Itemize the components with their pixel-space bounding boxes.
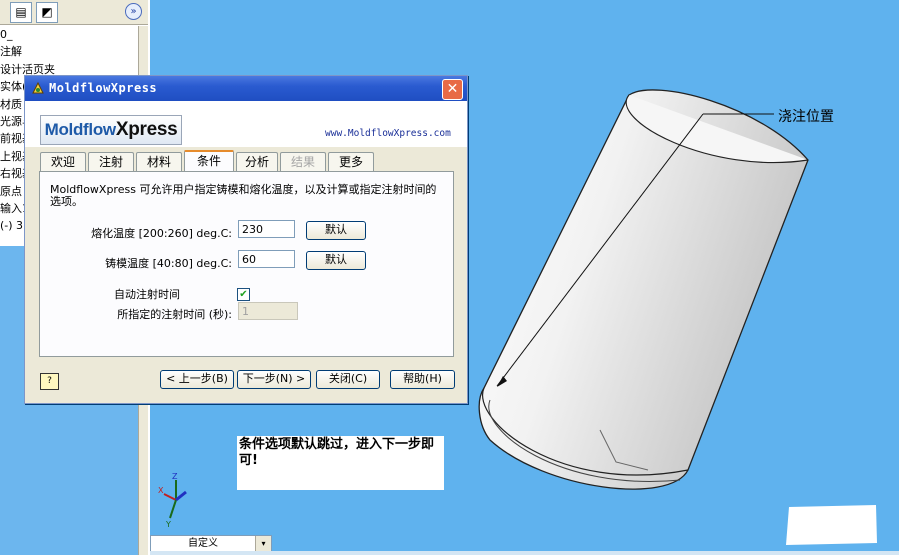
dialog-tabs: 欢迎 注射 材料 条件 分析 结果 更多 <box>38 150 458 173</box>
triad-x-label: X <box>158 486 164 495</box>
tab-results: 结果 <box>280 152 326 171</box>
auto-inject-label: 自动注射时间 <box>114 288 180 301</box>
conditions-description: MoldflowXpress 可允许用户指定铸模和熔化温度，以及计算或指定注射时… <box>50 183 437 208</box>
back-button[interactable]: < 上一步(B) <box>160 370 234 389</box>
tab-material[interactable]: 材料 <box>136 152 182 171</box>
melt-default-button[interactable]: 默认 <box>306 221 366 240</box>
view-orientation-value: 自定义 <box>188 538 218 549</box>
annotation-note: 条件选项默认跳过，进入下一步即可! <box>237 436 444 490</box>
moldflow-logo: MoldflowXpress <box>40 115 182 145</box>
next-button[interactable]: 下一步(N) > <box>237 370 311 389</box>
specified-time-label: 所指定的注射时间 (秒): <box>117 308 232 321</box>
white-mark <box>786 505 877 545</box>
conditions-panel: MoldflowXpress 可允许用户指定铸模和熔化温度，以及计算或指定注射时… <box>39 171 454 357</box>
tab-welcome[interactable]: 欢迎 <box>40 152 86 171</box>
close-icon[interactable]: ✕ <box>442 79 463 100</box>
cylinder-part <box>478 89 809 490</box>
triad-z-label: Z <box>172 472 178 481</box>
website-link[interactable]: www.MoldflowXpress.com <box>325 128 451 139</box>
dialog-title-bar[interactable]: MoldflowXpress ✕ <box>25 76 467 101</box>
dialog-title: MoldflowXpress <box>49 81 158 95</box>
status-strip <box>150 551 899 555</box>
mold-temp-label: 铸模温度 [40:80] deg.C: <box>105 257 232 270</box>
axis-triad-icon: Z X Y <box>158 472 187 528</box>
tab-analysis[interactable]: 分析 <box>236 152 278 171</box>
tab-more[interactable]: 更多 <box>328 152 374 171</box>
melt-temp-label: 熔化温度 [200:260] deg.C: <box>91 227 232 240</box>
gate-location-label: 浇注位置 <box>778 109 834 125</box>
mold-temp-input[interactable]: 60 <box>238 250 295 268</box>
tab-injection[interactable]: 注射 <box>88 152 134 171</box>
tab-conditions[interactable]: 条件 <box>184 150 234 173</box>
auto-inject-checkbox[interactable]: ✔ <box>237 288 250 301</box>
triad-y-label: Y <box>165 520 171 528</box>
help-button[interactable]: 帮助(H) <box>390 370 455 389</box>
help-icon[interactable]: ? <box>40 373 59 390</box>
moldflow-dialog: MoldflowXpress ✕ MoldflowXpress www.Mold… <box>24 75 468 404</box>
mold-default-button[interactable]: 默认 <box>306 251 366 270</box>
specified-time-input: 1 <box>238 302 298 320</box>
moldflow-app-icon <box>32 81 44 94</box>
melt-temp-input[interactable]: 230 <box>238 220 295 238</box>
dialog-header: MoldflowXpress www.MoldflowXpress.com <box>25 101 467 147</box>
chevron-down-icon[interactable]: ▾ <box>255 536 271 552</box>
close-button[interactable]: 关闭(C) <box>316 370 380 389</box>
